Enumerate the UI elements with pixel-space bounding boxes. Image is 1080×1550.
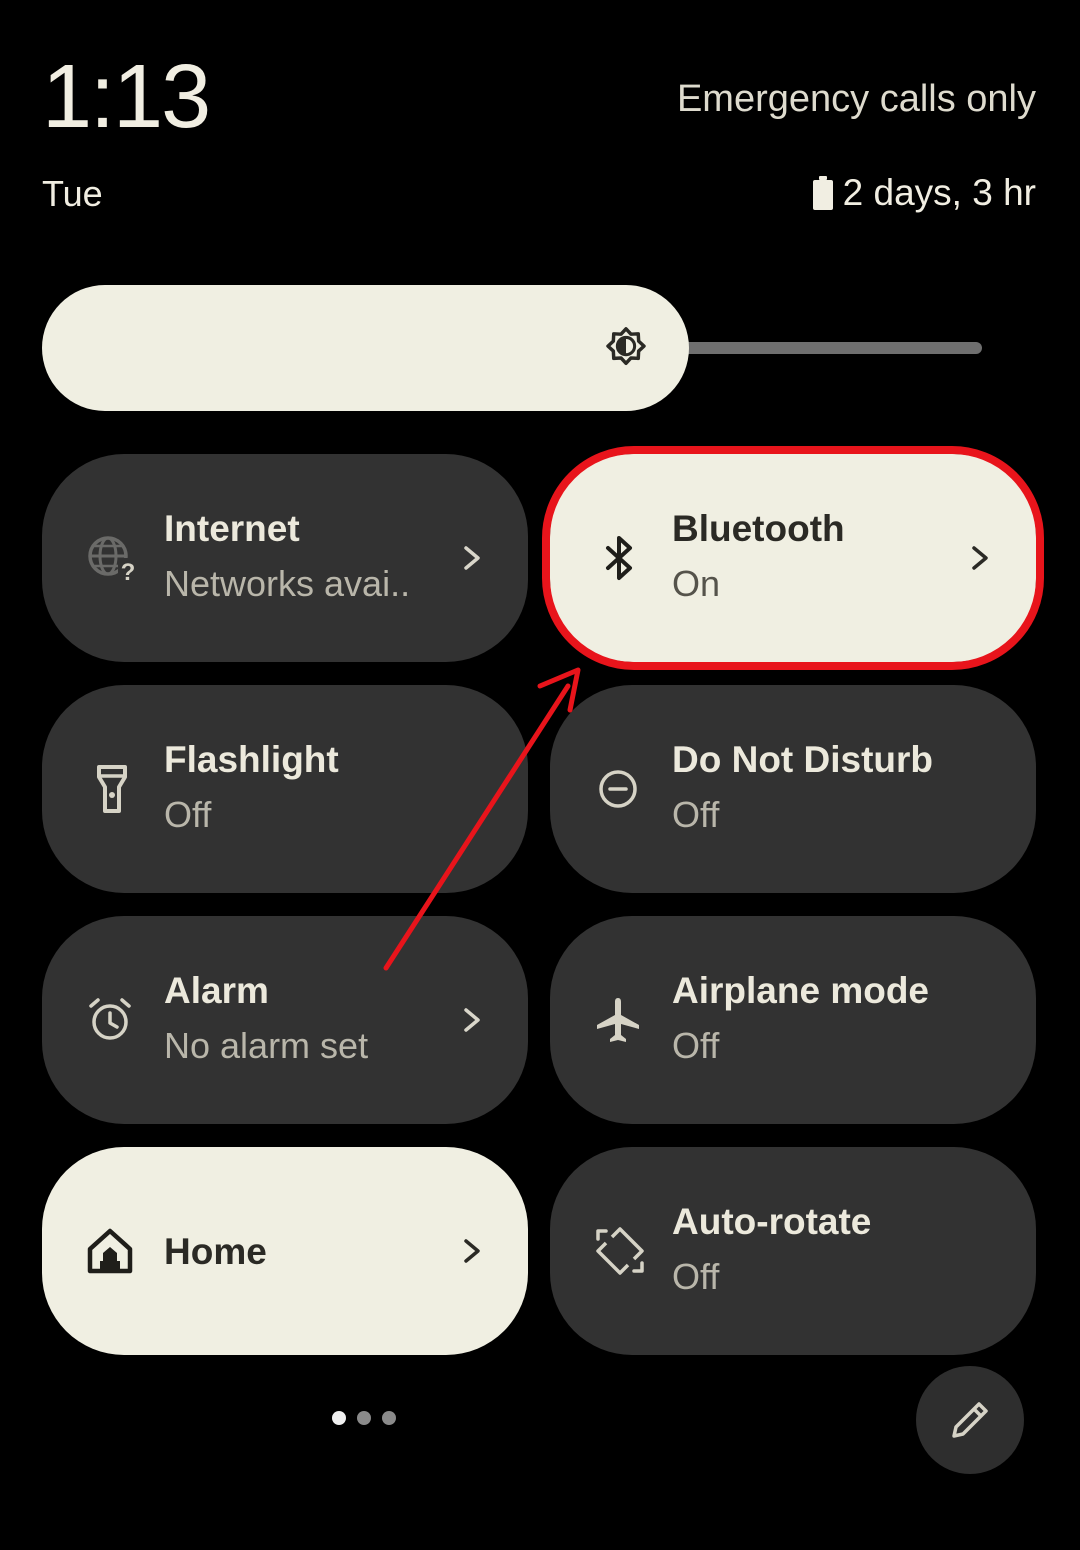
tile-bluetooth-title: Bluetooth	[672, 508, 845, 549]
brightness-slider[interactable]	[42, 285, 982, 411]
battery-text: 2 days, 3 hr	[842, 172, 1036, 213]
brightness-track[interactable]	[669, 342, 982, 354]
do-not-disturb-icon	[599, 770, 637, 808]
tile-airplane-mode[interactable]: Airplane mode Off	[550, 916, 1036, 1124]
chevron-right-icon[interactable]	[460, 1000, 484, 1040]
brightness-icon	[606, 327, 646, 366]
tile-bluetooth-subtitle: On	[672, 563, 721, 604]
tile-auto-rotate[interactable]: Auto-rotate Off	[550, 1147, 1036, 1355]
tile-flashlight-subtitle: Off	[164, 794, 212, 835]
svg-text:?: ?	[121, 559, 136, 584]
tile-alarm[interactable]: Alarm No alarm set	[42, 916, 528, 1124]
pencil-icon	[952, 1402, 988, 1438]
tile-home-title: Home	[164, 1231, 267, 1272]
carrier-status: Emergency calls only	[676, 78, 1036, 120]
tile-airplane-subtitle: Off	[672, 1025, 720, 1066]
chevron-right-icon[interactable]	[460, 1231, 484, 1271]
battery-icon	[812, 175, 833, 210]
bluetooth-icon	[606, 536, 632, 580]
tile-internet-title: Internet	[164, 508, 300, 549]
alarm-clock-icon	[89, 998, 131, 1040]
tile-auto-rotate-subtitle: Off	[672, 1256, 720, 1297]
tile-alarm-subtitle: No alarm set	[164, 1025, 369, 1066]
battery-status: 2 days, 3 hr	[812, 172, 1036, 213]
tile-home[interactable]: Home	[42, 1147, 528, 1355]
page-dot	[357, 1411, 371, 1425]
chevron-right-icon[interactable]	[460, 538, 484, 578]
tile-flashlight[interactable]: Flashlight Off	[42, 685, 528, 893]
edit-tiles-button[interactable]	[916, 1366, 1024, 1474]
chevron-right-icon[interactable]	[968, 538, 992, 578]
page-dot	[332, 1411, 346, 1425]
page-dot	[382, 1411, 396, 1425]
airplane-icon	[597, 998, 639, 1042]
wifi-unknown-icon: ?	[88, 536, 138, 584]
tile-bluetooth[interactable]: Bluetooth On	[550, 454, 1036, 662]
tile-internet-subtitle: Networks avai..	[164, 563, 411, 604]
tile-flashlight-title: Flashlight	[164, 739, 339, 780]
tile-internet[interactable]: ? Internet Networks avai..	[42, 454, 528, 662]
day-label: Tue	[42, 173, 103, 214]
home-icon	[87, 1228, 133, 1274]
tile-airplane-title: Airplane mode	[672, 970, 929, 1011]
tile-dnd-subtitle: Off	[672, 794, 720, 835]
tile-do-not-disturb[interactable]: Do Not Disturb Off	[550, 685, 1036, 893]
tile-alarm-title: Alarm	[164, 970, 269, 1011]
clock-time: 1:13	[42, 47, 211, 147]
auto-rotate-icon	[596, 1227, 644, 1275]
tile-auto-rotate-title: Auto-rotate	[672, 1201, 872, 1242]
flashlight-icon	[97, 765, 127, 813]
page-indicator	[332, 1411, 396, 1425]
tile-dnd-title: Do Not Disturb	[672, 739, 934, 780]
brightness-fill[interactable]	[42, 285, 689, 411]
